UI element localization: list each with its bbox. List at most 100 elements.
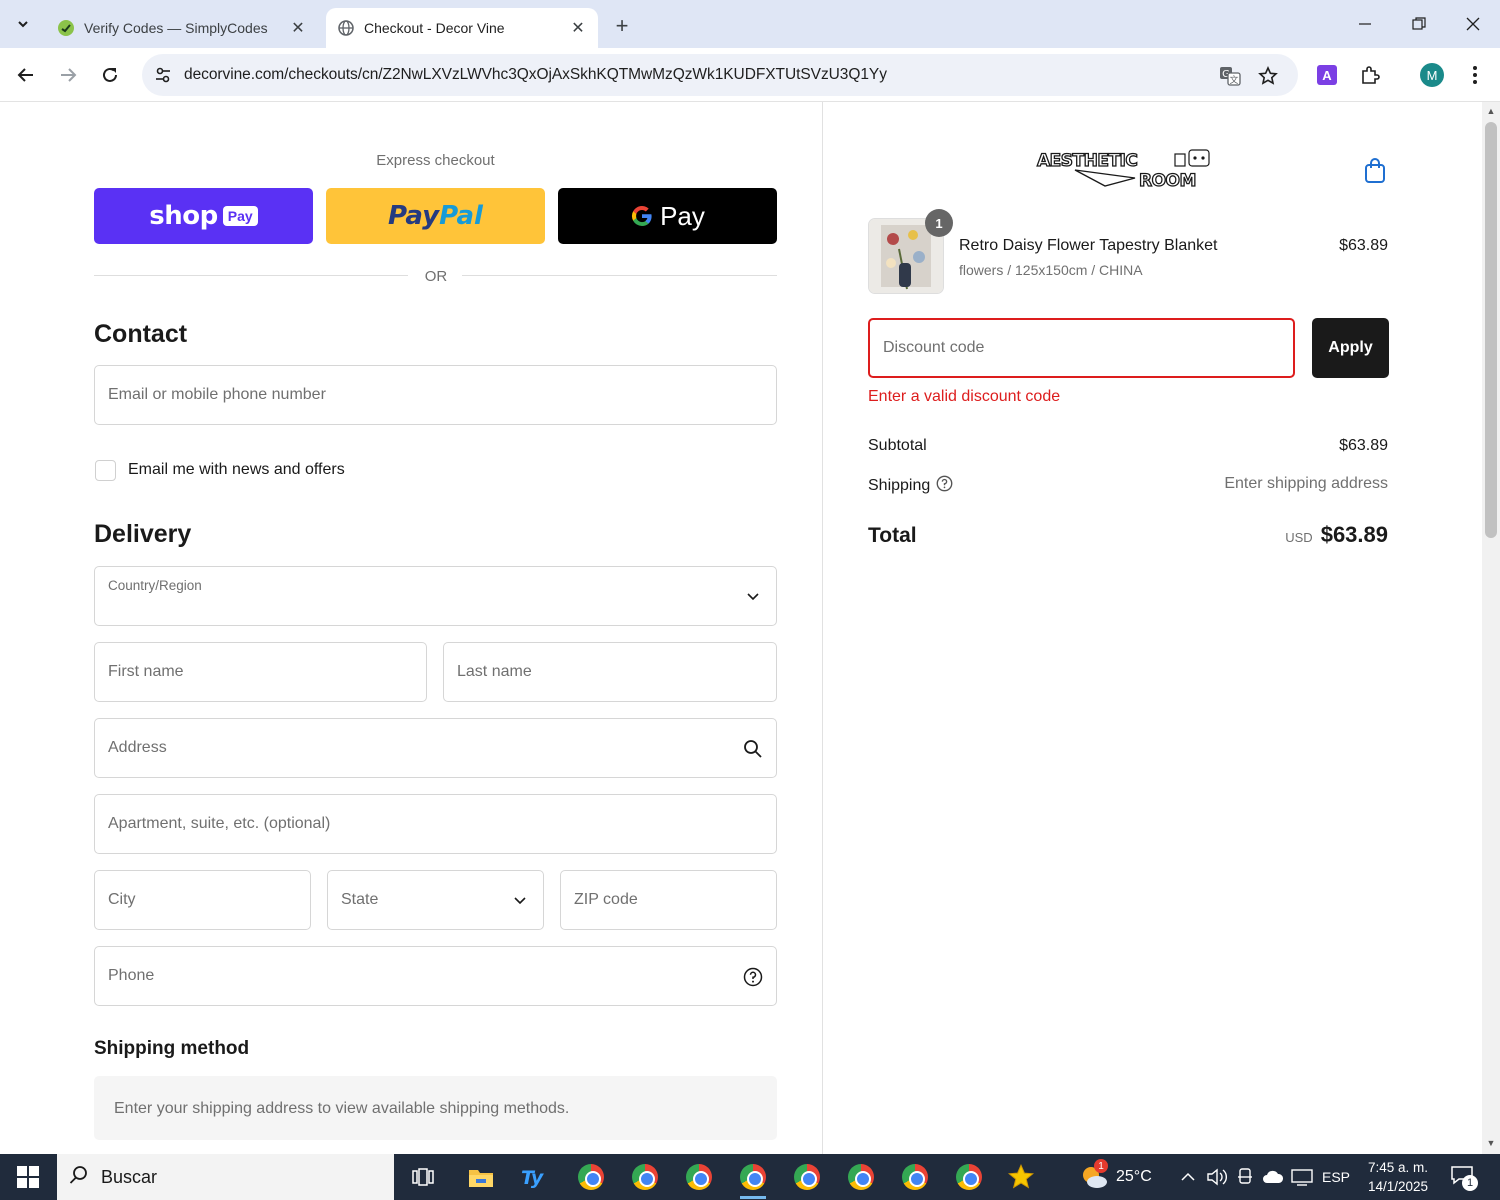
shop-pay-button[interactable]: shop Pay (94, 188, 313, 244)
search-icon[interactable] (741, 737, 765, 761)
translate-icon[interactable]: G文 (1218, 64, 1242, 88)
windows-start-icon[interactable] (0, 1154, 56, 1200)
subtotal-label: Subtotal (868, 437, 927, 455)
total-value: USD $63.89 (1285, 522, 1388, 548)
notification-count: 1 (1462, 1175, 1478, 1191)
paypal-logo: PayPal (388, 201, 483, 231)
taskbar-clock[interactable]: 7:45 a. m. 14/1/2025 (1362, 1158, 1434, 1196)
city-placeholder: City (108, 891, 136, 908)
shipping-label-text: Shipping (868, 477, 931, 494)
chrome-profile-d2-icon[interactable] (952, 1160, 986, 1194)
discount-code-input[interactable]: Discount code (868, 318, 1295, 378)
newsletter-row[interactable]: Email me with news and offers (95, 459, 345, 481)
restore-icon[interactable] (1392, 0, 1446, 48)
tab-search-icon[interactable] (8, 10, 38, 38)
star-app-icon[interactable] (1004, 1160, 1038, 1194)
chrome-profile-d-icon[interactable] (844, 1160, 878, 1194)
zip-placeholder: ZIP code (574, 891, 638, 908)
country-select[interactable]: Country/Region (94, 566, 777, 626)
back-icon[interactable] (10, 59, 42, 91)
input-language[interactable]: ESP (1322, 1154, 1350, 1200)
shipping-method-note-text: Enter your shipping address to view avai… (114, 1100, 570, 1117)
zip-field[interactable]: ZIP code (560, 870, 777, 930)
paypal-button[interactable]: PayPal (326, 188, 545, 244)
state-select[interactable]: State (327, 870, 544, 930)
shop-pay-badge: Pay (222, 206, 258, 226)
apply-button[interactable]: Apply (1312, 318, 1389, 378)
meet-now-icon[interactable] (1237, 1154, 1253, 1200)
newsletter-checkbox[interactable] (95, 459, 116, 481)
shopping-bag-icon[interactable] (1363, 156, 1387, 184)
city-field[interactable]: City (94, 870, 311, 930)
close-tab-icon[interactable]: ✕ (568, 18, 588, 38)
forward-icon[interactable] (52, 59, 84, 91)
weather-icon: 1 (1080, 1159, 1108, 1191)
volume-icon[interactable] (1206, 1154, 1228, 1200)
extension-a-icon[interactable]: A (1312, 60, 1342, 90)
last-name-field[interactable]: Last name (443, 642, 777, 702)
page-scrollbar[interactable]: ▲ ▼ (1482, 102, 1500, 1154)
subtotal-value: $63.89 (1339, 437, 1388, 454)
chrome-profile-m-icon[interactable] (736, 1160, 770, 1199)
paypal-logo-part1: Pay (388, 201, 440, 231)
shipping-method-note: Enter your shipping address to view avai… (94, 1076, 777, 1140)
close-tab-icon[interactable]: ✕ (288, 18, 308, 38)
shipping-value: Enter shipping address (1224, 475, 1388, 492)
chrome-profile-s3-icon[interactable] (898, 1160, 932, 1194)
chrome-icon[interactable] (628, 1160, 662, 1194)
tab-simplycodes[interactable]: Verify Codes — SimplyCodes ✕ (46, 8, 318, 48)
total-currency: USD (1285, 530, 1313, 545)
first-name-field[interactable]: First name (94, 642, 427, 702)
newsletter-label: Email me with news and offers (128, 461, 345, 478)
tab-title: Checkout - Decor Vine (364, 20, 505, 36)
state-placeholder: State (341, 891, 379, 908)
or-label: OR (424, 268, 448, 285)
bookmark-star-icon[interactable] (1256, 64, 1280, 88)
typing-app-icon[interactable]: Ty (518, 1160, 552, 1194)
scroll-down-icon[interactable]: ▼ (1486, 1138, 1496, 1148)
help-circle-icon[interactable] (741, 965, 765, 989)
close-window-icon[interactable] (1446, 0, 1500, 48)
divider-line (94, 275, 408, 276)
svg-text:ROOM: ROOM (1139, 171, 1196, 190)
profile-initial: M (1420, 63, 1444, 87)
extensions-puzzle-icon[interactable] (1355, 60, 1385, 90)
product-variant: flowers / 125x150cm / CHINA (959, 262, 1143, 278)
scrollbar-thumb[interactable] (1485, 122, 1497, 538)
email-field[interactable]: Email or mobile phone number (94, 365, 777, 425)
divider-line (462, 275, 777, 276)
aesthetic-room-logo[interactable]: AESTHETIC ROOM (1035, 148, 1213, 192)
network-icon[interactable] (1291, 1154, 1313, 1200)
checkout-form: Express checkout shop Pay PayPal Pay OR (0, 102, 822, 1154)
show-hidden-icons[interactable] (1180, 1154, 1196, 1200)
google-pay-button[interactable]: Pay (558, 188, 777, 244)
profile-avatar[interactable]: M (1417, 60, 1447, 90)
onedrive-cloud-icon[interactable] (1262, 1154, 1284, 1200)
notifications-icon[interactable]: 1 (1450, 1154, 1478, 1200)
chrome-profile-o-icon[interactable] (790, 1160, 824, 1194)
address-field[interactable]: Address (94, 718, 777, 778)
reload-icon[interactable] (94, 59, 126, 91)
quantity-badge: 1 (925, 209, 953, 237)
chrome-profile-s-icon[interactable] (574, 1160, 608, 1194)
browser-toolbar: decorvine.com/checkouts/cn/Z2NwLXVzLWVhc… (0, 48, 1500, 102)
weather-widget[interactable]: 1 25°C (1080, 1154, 1152, 1200)
scroll-up-icon[interactable]: ▲ (1486, 106, 1496, 116)
minimize-icon[interactable] (1338, 0, 1392, 48)
browser-tab-bar: Verify Codes — SimplyCodes ✕ Checkout - … (0, 0, 1500, 48)
new-tab-icon[interactable]: + (608, 12, 636, 40)
phone-field[interactable]: Phone (94, 946, 777, 1006)
tab-checkout[interactable]: Checkout - Decor Vine ✕ (326, 8, 598, 48)
svg-text:Ty: Ty (521, 1167, 545, 1188)
site-info-icon[interactable] (152, 64, 174, 86)
chrome-profile-s2-icon[interactable] (682, 1160, 716, 1194)
task-view-icon[interactable] (406, 1160, 440, 1194)
file-explorer-icon[interactable] (464, 1160, 498, 1194)
browser-menu-icon[interactable] (1460, 60, 1490, 90)
help-circle-icon[interactable] (936, 475, 953, 497)
phone-placeholder: Phone (108, 967, 155, 984)
address-bar[interactable]: decorvine.com/checkouts/cn/Z2NwLXVzLWVhc… (142, 54, 1298, 96)
taskbar-search[interactable]: Buscar (57, 1154, 394, 1200)
apartment-field[interactable]: Apartment, suite, etc. (optional) (94, 794, 777, 854)
first-name-placeholder: First name (108, 663, 184, 680)
